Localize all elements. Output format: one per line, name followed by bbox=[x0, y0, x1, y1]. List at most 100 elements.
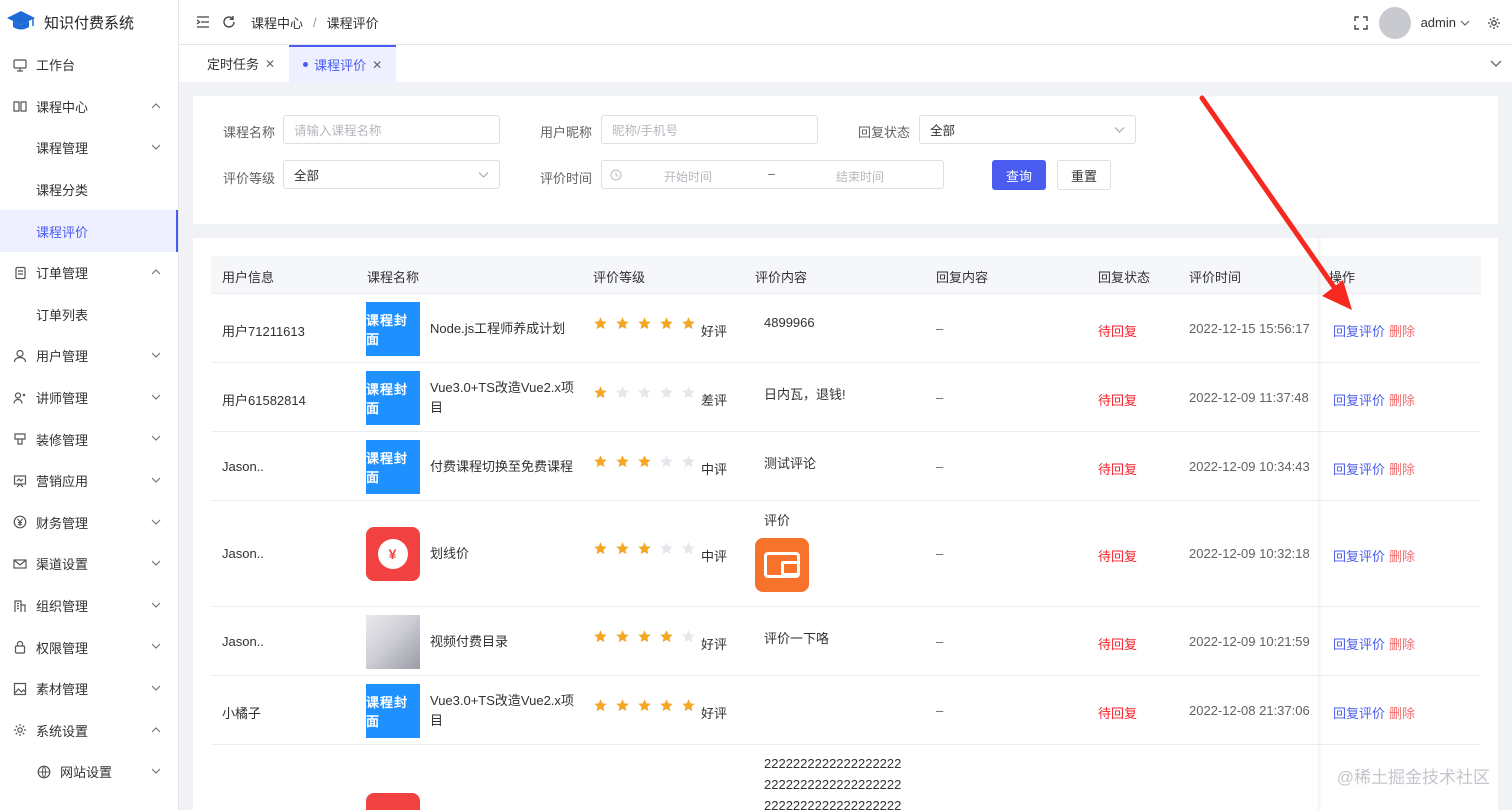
sidebar-item-label: 权限管理 bbox=[36, 640, 89, 656]
rating-grade: 中评 bbox=[701, 461, 728, 477]
fullscreen-icon[interactable] bbox=[1353, 15, 1369, 31]
star-icon bbox=[615, 316, 630, 334]
breadcrumb-course-center[interactable]: 课程中心 bbox=[251, 13, 303, 32]
menu-fold-icon[interactable] bbox=[195, 14, 211, 30]
star-icon bbox=[593, 698, 608, 716]
rating-grade: 好评 bbox=[701, 323, 728, 339]
reply-review-button[interactable]: 回复评价 bbox=[1333, 703, 1385, 722]
breadcrumb: 课程中心 / 课程评价 bbox=[251, 13, 379, 32]
avatar[interactable] bbox=[1378, 6, 1411, 39]
wallet-icon[interactable] bbox=[755, 538, 809, 592]
course-name: 视频付费目录 bbox=[430, 633, 509, 649]
sidebar-item-9[interactable]: 装修管理 bbox=[0, 418, 178, 460]
rating-select[interactable]: 全部 bbox=[283, 160, 500, 189]
sidebar-item-label: 财务管理 bbox=[36, 515, 89, 531]
star-icon bbox=[681, 629, 696, 647]
rating-stars bbox=[593, 698, 696, 716]
course-cover: 课程封面 bbox=[366, 439, 420, 494]
user-info: Jason.. bbox=[222, 633, 264, 649]
sidebar-item-3[interactable]: 课程分类 bbox=[0, 169, 178, 211]
rating-grade: 中评 bbox=[701, 549, 728, 564]
review-content: 日内瓦，退钱! bbox=[764, 386, 846, 402]
sidebar-item-4[interactable]: 课程评价 bbox=[0, 210, 178, 252]
sidebar-item-5[interactable]: 订单管理 bbox=[0, 252, 178, 294]
reply-content: – bbox=[936, 702, 944, 718]
status-badge: 待回复 bbox=[1098, 549, 1138, 564]
sidebar-item-label: 营销应用 bbox=[36, 474, 89, 490]
delete-button[interactable]: 删除 bbox=[1389, 546, 1415, 565]
sidebar-item-6[interactable]: 订单列表 bbox=[0, 294, 178, 336]
star-icon bbox=[637, 316, 652, 334]
star-icon bbox=[637, 541, 652, 559]
star-icon bbox=[659, 385, 674, 403]
sidebar-item-2[interactable]: 课程管理 bbox=[0, 127, 178, 169]
sidebar-item-11[interactable]: 财务管理 bbox=[0, 502, 178, 544]
star-icon bbox=[637, 698, 652, 716]
sidebar-item-label: 课程评价 bbox=[36, 224, 89, 240]
date-range-picker[interactable]: 开始时间 – 结束时间 bbox=[601, 160, 944, 189]
close-icon[interactable]: ✕ bbox=[265, 57, 275, 71]
delete-button[interactable]: 删除 bbox=[1389, 634, 1415, 653]
sidebar-item-8[interactable]: 讲师管理 bbox=[0, 377, 178, 419]
review-table-card: 用户信息 课程名称 评价等级 评价内容 回复内容 回复状态 评价时间 操作 用户7121161… bbox=[193, 238, 1498, 810]
table-row: Jason.. 视频付费目录 好评 评价一下咯 – 待回复 2022-12-09 10:21… bbox=[211, 607, 1481, 676]
reply-review-button[interactable]: 回复评价 bbox=[1333, 321, 1385, 340]
settings-icon[interactable] bbox=[1486, 15, 1502, 31]
org-icon bbox=[12, 598, 28, 614]
course-name: 付费课程切换至免费课程 bbox=[430, 458, 574, 474]
rating-stars bbox=[593, 385, 696, 403]
sidebar-item-0[interactable]: 工作台 bbox=[0, 44, 178, 86]
reply-review-button[interactable]: 回复评价 bbox=[1333, 546, 1385, 565]
tab-scheduled-tasks[interactable]: 定时任务 ✕ bbox=[179, 45, 289, 82]
sidebar-item-10[interactable]: 营销应用 bbox=[0, 460, 178, 502]
review-content-line: 2222222222222222222 bbox=[764, 756, 902, 771]
reply-content: – bbox=[936, 458, 944, 474]
sidebar-item-12[interactable]: 渠道设置 bbox=[0, 543, 178, 585]
start-time-input[interactable]: 开始时间 bbox=[664, 168, 712, 185]
star-icon bbox=[681, 316, 696, 334]
time-label: 评价时间 bbox=[540, 171, 593, 186]
star-icon bbox=[637, 454, 652, 472]
course-name-label: 课程名称 bbox=[223, 125, 276, 140]
rating-stars bbox=[593, 629, 696, 647]
course-name-input[interactable]: 请输入课程名称 bbox=[283, 115, 500, 144]
breadcrumb-separator: / bbox=[313, 14, 317, 30]
chevron-down-icon bbox=[1460, 20, 1470, 26]
user-menu[interactable]: admin bbox=[1421, 15, 1470, 30]
delete-button[interactable]: 删除 bbox=[1389, 459, 1415, 478]
range-separator: – bbox=[768, 167, 775, 181]
sidebar-item-17[interactable]: 网站设置 bbox=[0, 751, 178, 793]
user-info: 用户61582814 bbox=[222, 392, 306, 408]
delete-button[interactable]: 删除 bbox=[1389, 390, 1415, 409]
sidebar-item-7[interactable]: 用户管理 bbox=[0, 335, 178, 377]
reply-review-button[interactable]: 回复评价 bbox=[1333, 634, 1385, 653]
reply-status-select[interactable]: 全部 bbox=[919, 115, 1136, 144]
refresh-icon[interactable] bbox=[221, 14, 237, 30]
fixed-column-shadow bbox=[1318, 238, 1322, 810]
reply-review-button[interactable]: 回复评价 bbox=[1333, 459, 1385, 478]
table-row: Jason.. 课程封面 付费课程切换至免费课程 中评 测试评论 – 待回复 2022-12-… bbox=[211, 432, 1481, 501]
review-time: 2022-12-15 15:56:17 bbox=[1189, 320, 1310, 336]
filter-panel: 课程名称 请输入课程名称 用户昵称 昵称/手机号 回复状态 全部 评价等级 全部… bbox=[193, 96, 1498, 224]
status-badge: 待回复 bbox=[1098, 392, 1138, 408]
chevron-down-icon[interactable] bbox=[1490, 57, 1502, 69]
reset-button[interactable]: 重置 bbox=[1057, 160, 1111, 190]
nickname-label: 用户昵称 bbox=[540, 125, 593, 140]
star-icon bbox=[659, 541, 674, 559]
nickname-input[interactable]: 昵称/手机号 bbox=[601, 115, 818, 144]
sidebar-item-16[interactable]: 系统设置 bbox=[0, 710, 178, 752]
end-time-input[interactable]: 结束时间 bbox=[836, 168, 884, 185]
close-icon[interactable]: ✕ bbox=[372, 58, 382, 72]
review-time: 2022-12-09 11:37:48 bbox=[1189, 389, 1309, 405]
sidebar-item-15[interactable]: 素材管理 bbox=[0, 668, 178, 710]
delete-button[interactable]: 删除 bbox=[1389, 703, 1415, 722]
reply-review-button[interactable]: 回复评价 bbox=[1333, 390, 1385, 409]
sidebar-item-14[interactable]: 权限管理 bbox=[0, 626, 178, 668]
delete-button[interactable]: 删除 bbox=[1389, 321, 1415, 340]
review-time: 2022-12-09 10:34:43 bbox=[1189, 458, 1310, 474]
course-name: 划线价 bbox=[430, 546, 470, 561]
search-button[interactable]: 查询 bbox=[992, 160, 1046, 190]
sidebar-item-1[interactable]: 课程中心 bbox=[0, 86, 178, 128]
sidebar-item-13[interactable]: 组织管理 bbox=[0, 585, 178, 627]
tab-course-review[interactable]: 课程评价 ✕ bbox=[289, 45, 397, 82]
